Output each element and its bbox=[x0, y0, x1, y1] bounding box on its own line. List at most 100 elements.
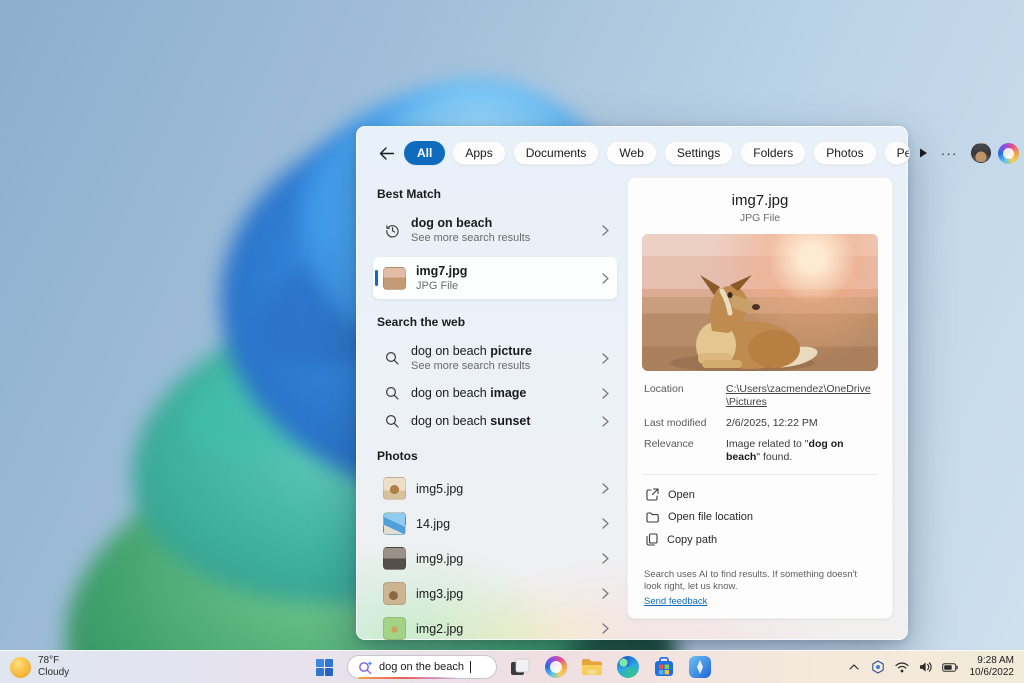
chevron-right-icon[interactable] bbox=[602, 623, 609, 634]
text-caret bbox=[470, 661, 472, 673]
field-location: Location C:\Users\zacmendez\OneDrive\Pic… bbox=[644, 383, 876, 409]
chevron-right-icon[interactable] bbox=[602, 415, 609, 427]
file-explorer-button[interactable] bbox=[579, 654, 605, 680]
back-button[interactable] bbox=[375, 142, 397, 164]
result-row-web-sunset[interactable]: dog on beach sunset bbox=[373, 407, 617, 435]
section-header-photos: Photos bbox=[377, 449, 418, 463]
file-thumbnail bbox=[383, 266, 406, 290]
result-row-photo[interactable]: img3.jpg bbox=[373, 576, 617, 611]
copilot-taskbar-button[interactable] bbox=[543, 654, 569, 680]
chevron-right-icon[interactable] bbox=[602, 518, 609, 529]
windows-logo-icon bbox=[315, 658, 333, 676]
volume-tray-icon[interactable] bbox=[916, 657, 936, 677]
file-thumbnail bbox=[383, 617, 406, 640]
wifi-icon bbox=[894, 662, 909, 672]
result-row-web-image[interactable]: dog on beach image bbox=[373, 379, 617, 407]
result-row-photo[interactable]: img2.jpg bbox=[373, 611, 617, 646]
weather-widget[interactable]: 78°F Cloudy bbox=[0, 651, 79, 683]
search-filter-bar: All Apps Documents Web Settings Folders … bbox=[357, 127, 1019, 175]
copilot-icon[interactable] bbox=[997, 142, 1019, 164]
action-label: Copy path bbox=[667, 533, 718, 546]
field-value: Image related to "dog on beach" found. bbox=[726, 438, 844, 463]
chevron-right-icon[interactable] bbox=[602, 387, 609, 399]
result-title: img9.jpg bbox=[416, 551, 464, 566]
result-row-photo[interactable]: img9.jpg bbox=[373, 541, 617, 576]
results-list: Best Match dog on beach See more search … bbox=[373, 177, 619, 640]
weather-text: 78°F Cloudy bbox=[38, 655, 69, 679]
task-view-button[interactable] bbox=[507, 654, 533, 680]
history-icon bbox=[383, 223, 401, 238]
open-file-location-button[interactable]: Open file location bbox=[642, 506, 878, 528]
tab-documents[interactable]: Documents bbox=[512, 141, 600, 165]
microsoft-store-button[interactable] bbox=[651, 654, 677, 680]
result-row-img7-selected[interactable]: img7.jpg JPG File bbox=[373, 257, 617, 299]
ai-disclaimer: Search uses AI to find results. If somet… bbox=[644, 568, 858, 609]
system-tray: 9:28 AM 10/6/2022 bbox=[844, 651, 1024, 683]
action-label: Open file location bbox=[668, 511, 753, 523]
clock-widget[interactable]: 9:28 AM 10/6/2022 bbox=[970, 655, 1015, 679]
play-triangle-icon bbox=[919, 148, 927, 158]
copy-path-button[interactable]: Copy path bbox=[642, 528, 878, 551]
search-icon bbox=[383, 414, 401, 428]
chevron-right-icon[interactable] bbox=[602, 588, 609, 599]
field-relevance: Relevance Image related to "dog on beach… bbox=[644, 438, 876, 464]
open-button[interactable]: Open bbox=[642, 483, 878, 506]
edge-browser-button[interactable] bbox=[615, 654, 641, 680]
result-title: dog on beach image bbox=[411, 386, 527, 400]
taskbar-search-input[interactable]: dog on the beach bbox=[347, 655, 497, 679]
wifi-tray-icon[interactable] bbox=[892, 657, 912, 677]
file-thumbnail bbox=[383, 547, 406, 570]
field-label: Location bbox=[644, 383, 684, 395]
result-row-web-picture[interactable]: dog on beach picture See more search res… bbox=[373, 337, 617, 379]
preview-pane: img7.jpg JPG File Location C:\Users\zacm… bbox=[627, 177, 893, 619]
location-path-link[interactable]: C:\Users\zacmendez\OneDrive\Pictures bbox=[726, 383, 876, 409]
task-view-icon bbox=[511, 658, 530, 675]
tab-web[interactable]: Web bbox=[606, 141, 657, 165]
result-row-photo[interactable]: 14.jpg bbox=[373, 506, 617, 541]
copy-icon bbox=[646, 533, 658, 546]
chevron-right-icon[interactable] bbox=[602, 272, 609, 284]
tray-overflow-chevron[interactable] bbox=[844, 657, 864, 677]
search-icon bbox=[383, 351, 401, 365]
start-button[interactable] bbox=[311, 654, 337, 680]
tab-folders[interactable]: Folders bbox=[740, 141, 807, 165]
open-icon bbox=[646, 488, 659, 501]
search-query-text: dog on the beach bbox=[379, 661, 465, 673]
chevron-right-icon[interactable] bbox=[602, 553, 609, 564]
action-label: Open bbox=[668, 488, 695, 501]
blue-gem-app-icon bbox=[689, 656, 711, 678]
preview-image[interactable] bbox=[642, 234, 878, 371]
sun-icon bbox=[10, 656, 31, 678]
dog-illustration bbox=[670, 275, 818, 371]
user-avatar[interactable] bbox=[970, 143, 991, 163]
hexagon-app-icon bbox=[871, 660, 884, 674]
chevron-right-icon[interactable] bbox=[602, 483, 609, 494]
file-thumbnail bbox=[383, 512, 406, 535]
tab-scroll-right-button[interactable] bbox=[919, 148, 928, 158]
tab-people[interactable]: Peo bbox=[883, 141, 910, 165]
tab-apps[interactable]: Apps bbox=[452, 141, 506, 165]
file-explorer-icon bbox=[582, 658, 602, 675]
tray-app-hexagon[interactable] bbox=[868, 657, 888, 677]
pinned-app-button[interactable] bbox=[687, 654, 713, 680]
result-title: dog on beach bbox=[411, 216, 493, 230]
chevron-right-icon[interactable] bbox=[602, 224, 609, 236]
preview-file-name: img7.jpg bbox=[731, 192, 789, 209]
result-subtitle: See more search results bbox=[411, 232, 531, 244]
file-thumbnail bbox=[383, 477, 406, 500]
tab-settings[interactable]: Settings bbox=[663, 141, 734, 165]
result-row-photo[interactable]: img5.jpg bbox=[373, 471, 617, 506]
field-value: 2/6/2025, 12:22 PM bbox=[726, 417, 818, 429]
result-row-history[interactable]: dog on beach See more search results bbox=[373, 209, 617, 251]
tab-all[interactable]: All bbox=[404, 141, 446, 165]
result-title: dog on beach sunset bbox=[411, 414, 531, 428]
chevron-right-icon[interactable] bbox=[602, 352, 609, 364]
more-options-button[interactable]: ··· bbox=[935, 145, 964, 161]
search-icon bbox=[383, 386, 401, 400]
battery-tray-icon[interactable] bbox=[940, 657, 960, 677]
send-feedback-link[interactable]: Send feedback bbox=[644, 596, 707, 609]
folder-icon bbox=[646, 511, 659, 523]
divider bbox=[642, 474, 878, 475]
field-label: Relevance bbox=[644, 438, 694, 450]
tab-photos[interactable]: Photos bbox=[813, 141, 877, 165]
